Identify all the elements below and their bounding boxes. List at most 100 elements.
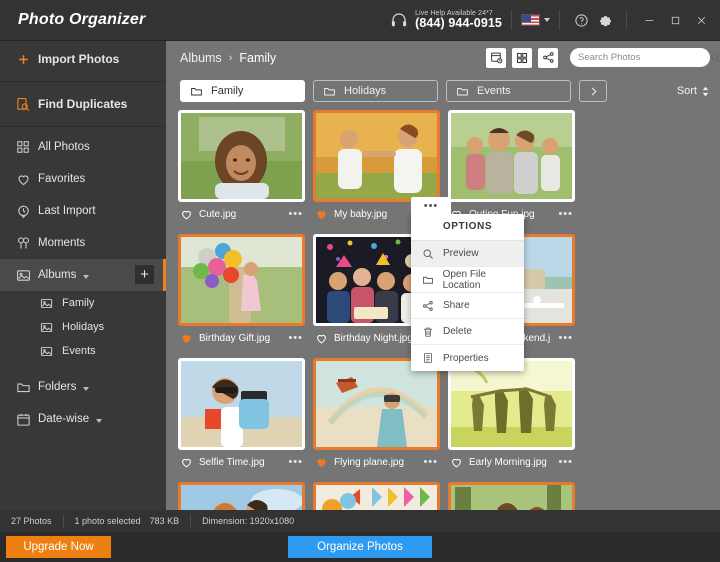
maximize-button[interactable] bbox=[662, 7, 688, 33]
sidebar-label: Moments bbox=[38, 237, 86, 249]
photo-cell[interactable]: Flying plane.jpg ••• bbox=[313, 358, 440, 474]
sidebar-label: Events bbox=[62, 345, 96, 357]
close-button[interactable] bbox=[688, 7, 714, 33]
calendar-view-icon[interactable] bbox=[486, 47, 506, 68]
tab-family[interactable]: Family bbox=[180, 80, 305, 102]
sidebar-album-holidays[interactable]: Holidays bbox=[0, 315, 166, 339]
menu-item-delete[interactable]: Delete bbox=[411, 319, 524, 345]
search-input[interactable] bbox=[578, 52, 710, 63]
photo-options-button[interactable]: ••• bbox=[558, 456, 573, 468]
menu-item-label: Preview bbox=[443, 248, 479, 259]
favorite-heart-icon[interactable] bbox=[315, 332, 328, 345]
headset-icon bbox=[388, 9, 410, 31]
photo-options-button[interactable]: ••• bbox=[423, 456, 438, 468]
sidebar-item-albums[interactable]: Albums + bbox=[0, 259, 166, 291]
upgrade-now-button[interactable]: Upgrade Now bbox=[6, 536, 111, 558]
sidebar-album-family[interactable]: Family bbox=[0, 291, 166, 315]
minimize-button[interactable] bbox=[636, 7, 662, 33]
divider bbox=[559, 10, 560, 30]
favorite-heart-icon[interactable] bbox=[180, 208, 193, 221]
divider bbox=[626, 10, 627, 30]
add-album-button[interactable]: + bbox=[135, 265, 154, 284]
context-menu-title: OPTIONS bbox=[411, 214, 524, 241]
sidebar-item-import-photos[interactable]: Import Photos bbox=[0, 41, 166, 77]
photo-name: My baby.jpg bbox=[334, 208, 388, 220]
menu-item-open-file-location[interactable]: Open File Location bbox=[411, 267, 524, 293]
folder-icon bbox=[190, 85, 203, 98]
next-tabs-button[interactable] bbox=[579, 80, 607, 102]
photo-thumbnail[interactable] bbox=[178, 234, 305, 326]
photo-options-button[interactable]: ••• bbox=[288, 208, 303, 220]
menu-item-label: Delete bbox=[443, 326, 472, 337]
photo-thumbnail[interactable] bbox=[178, 110, 305, 202]
favorite-heart-icon[interactable] bbox=[180, 332, 193, 345]
sidebar-item-date-wise[interactable]: Date-wise bbox=[0, 403, 166, 435]
search-box[interactable] bbox=[570, 48, 720, 67]
menu-item-share[interactable]: Share bbox=[411, 293, 524, 319]
photo-cell[interactable]: Outing Fun.jpg ••• bbox=[448, 110, 575, 226]
calendar-icon bbox=[16, 412, 38, 427]
photo-cell[interactable]: Cute.jpg ••• bbox=[178, 110, 305, 226]
photo-thumbnail[interactable] bbox=[313, 110, 440, 202]
menu-item-properties[interactable]: Properties bbox=[411, 345, 524, 371]
photo-cell[interactable]: Selfie Time.jpg ••• bbox=[178, 358, 305, 474]
divider bbox=[511, 10, 512, 30]
tab-label: Family bbox=[211, 85, 244, 97]
photo-options-button[interactable]: ••• bbox=[558, 208, 573, 220]
photo-options-button-active[interactable]: ••• bbox=[411, 197, 451, 215]
breadcrumb-root[interactable]: Albums bbox=[180, 51, 222, 65]
photo-cell[interactable]: Early Morning.jpg ••• bbox=[448, 358, 575, 474]
menu-item-label: Open File Location bbox=[442, 268, 486, 291]
favorite-heart-icon[interactable] bbox=[315, 208, 328, 221]
album-icon bbox=[16, 268, 38, 283]
photo-thumbnail[interactable] bbox=[178, 358, 305, 450]
organize-photos-button[interactable]: Organize Photos bbox=[288, 536, 432, 558]
sort-label: Sort bbox=[676, 85, 697, 97]
photo-thumbnail[interactable] bbox=[448, 110, 575, 202]
favorite-heart-icon[interactable] bbox=[450, 456, 463, 469]
album-icon bbox=[40, 321, 62, 334]
favorite-heart-icon[interactable] bbox=[315, 456, 328, 469]
menu-item-label: Properties bbox=[443, 352, 489, 364]
favorite-heart-icon[interactable] bbox=[180, 456, 193, 469]
tab-holidays[interactable]: Holidays bbox=[313, 80, 438, 102]
duplicate-search-icon bbox=[16, 97, 38, 112]
title-bar: Photo Organizer Live Help Available 24*7… bbox=[0, 0, 720, 40]
photo-name: Birthday Night.jpg bbox=[334, 332, 413, 344]
photo-options-button[interactable]: ••• bbox=[288, 332, 303, 344]
folder-icon bbox=[323, 85, 336, 98]
sidebar-album-events[interactable]: Events bbox=[0, 339, 166, 363]
grid-view-icon[interactable] bbox=[512, 47, 532, 68]
sidebar-item-find-duplicates[interactable]: Find Duplicates bbox=[0, 86, 166, 122]
photo-caption: Cute.jpg ••• bbox=[178, 202, 305, 226]
photo-options-button[interactable]: ••• bbox=[558, 332, 573, 344]
menu-item-preview[interactable]: Preview bbox=[411, 241, 524, 267]
menu-item-label: Share bbox=[443, 300, 470, 311]
sidebar-item-last-import[interactable]: Last Import bbox=[0, 195, 166, 227]
live-help-block[interactable]: Live Help Available 24*7 (844) 944-0915 bbox=[415, 10, 502, 30]
grid-icon bbox=[16, 140, 38, 154]
sidebar-label: Favorites bbox=[38, 173, 86, 185]
sidebar-item-favorites[interactable]: Favorites bbox=[0, 163, 166, 195]
photo-thumbnail[interactable] bbox=[313, 358, 440, 450]
tab-events[interactable]: Events bbox=[446, 80, 571, 102]
photo-options-button[interactable]: ••• bbox=[288, 456, 303, 468]
clock-icon bbox=[16, 204, 38, 219]
language-selector[interactable] bbox=[521, 14, 550, 26]
gear-icon[interactable] bbox=[593, 8, 617, 32]
footer-bar: Upgrade Now Organize Photos bbox=[0, 532, 720, 562]
divider bbox=[0, 81, 166, 82]
photo-thumbnail[interactable] bbox=[448, 358, 575, 450]
sort-control[interactable]: Sort bbox=[677, 85, 710, 97]
share-icon[interactable] bbox=[538, 47, 558, 68]
sidebar-label: Import Photos bbox=[38, 52, 120, 66]
photo-cell[interactable]: Birthday Gift.jpg ••• bbox=[178, 234, 305, 350]
photo-caption: Selfie Time.jpg ••• bbox=[178, 450, 305, 474]
photo-name: Early Morning.jpg bbox=[469, 456, 547, 468]
sidebar-item-all-photos[interactable]: All Photos bbox=[0, 131, 166, 163]
sidebar-item-moments[interactable]: Moments bbox=[0, 227, 166, 259]
chevron-down-icon bbox=[544, 18, 550, 22]
sidebar-item-folders[interactable]: Folders bbox=[0, 371, 166, 403]
status-dimension: Dimension: 1920x1080 bbox=[202, 516, 295, 526]
help-circle-icon[interactable] bbox=[569, 8, 593, 32]
